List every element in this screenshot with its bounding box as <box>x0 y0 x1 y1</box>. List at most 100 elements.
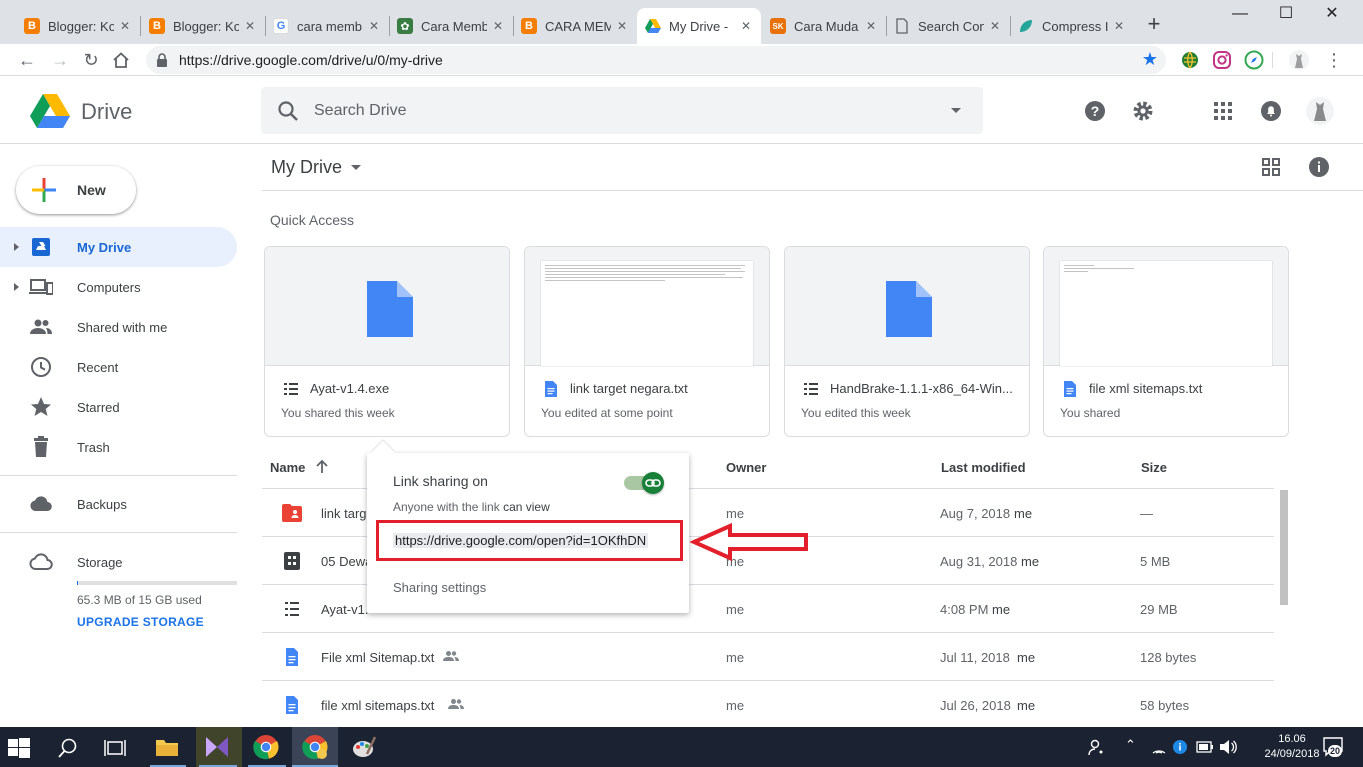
sidebar-item-computers[interactable]: Computers <box>0 267 237 307</box>
search-icon[interactable] <box>277 100 299 122</box>
compass-extension-icon[interactable] <box>1244 50 1264 70</box>
browser-tab[interactable]: B Blogger: Ko ✕ <box>16 8 140 44</box>
sharing-settings-link[interactable]: Sharing settings <box>393 580 486 595</box>
paint-app-icon[interactable] <box>351 734 377 760</box>
forward-button[interactable]: → <box>48 48 72 72</box>
sidebar-item-storage[interactable]: Storage <box>0 542 237 582</box>
tray-expand-chevron-icon[interactable]: ⌃ <box>1125 737 1136 753</box>
sidebar-item-starred[interactable]: Starred <box>0 387 237 427</box>
column-header-name[interactable]: Name <box>270 460 305 475</box>
address-bar[interactable]: https://drive.google.com/drive/u/0/my-dr… <box>146 46 1166 74</box>
table-row[interactable]: file xml sitemaps.txt me Jul 26, 2018 me… <box>262 681 1274 729</box>
toggle-knob[interactable] <box>642 472 664 494</box>
share-link-text[interactable]: https://drive.google.com/open?id=1OKfhDN <box>393 533 649 548</box>
instagram-extension-icon[interactable] <box>1212 50 1232 70</box>
reload-button[interactable]: ↻ <box>79 48 103 72</box>
file-name: file xml sitemaps.txt <box>321 698 435 713</box>
column-header-last-modified[interactable]: Last modified <box>941 460 1026 475</box>
file-name: link targ <box>321 506 367 521</box>
expand-arrow-icon[interactable] <box>14 283 19 291</box>
link-sharing-subtitle: Anyone with the link can view <box>393 500 550 514</box>
browser-tab[interactable]: Search Con ✕ <box>886 8 1010 44</box>
chrome-profile-taskbar-icon[interactable] <box>302 734 328 760</box>
volume-icon[interactable] <box>1219 739 1237 755</box>
column-header-size[interactable]: Size <box>1141 460 1167 475</box>
file-explorer-icon[interactable] <box>154 734 180 760</box>
upgrade-storage-link[interactable]: UPGRADE STORAGE <box>77 615 204 629</box>
close-tab-icon[interactable]: ✕ <box>739 19 753 33</box>
task-view-icon[interactable] <box>104 737 126 759</box>
back-button[interactable]: ← <box>15 48 39 72</box>
close-tab-icon[interactable]: ✕ <box>118 19 132 33</box>
search-drive-input[interactable]: Search Drive <box>261 87 983 134</box>
notifications-bell-icon[interactable] <box>1259 99 1283 123</box>
browser-tab[interactable]: B CARA MEM ✕ <box>513 8 637 44</box>
sidebar-item-my-drive[interactable]: My Drive <box>0 227 237 267</box>
chrome-menu-icon[interactable]: ⋮ <box>1322 48 1346 72</box>
storage-used-text: 65.3 MB of 15 GB used <box>77 593 202 607</box>
media-app-icon[interactable] <box>204 734 230 760</box>
close-tab-icon[interactable]: ✕ <box>367 19 381 33</box>
browser-tab[interactable]: B Blogger: Ko ✕ <box>141 8 265 44</box>
people-tray-icon[interactable] <box>1088 738 1106 756</box>
sidebar-item-recent[interactable]: Recent <box>0 347 237 387</box>
column-header-owner[interactable]: Owner <box>726 460 766 475</box>
card-file-name: file xml sitemaps.txt <box>1089 381 1203 396</box>
close-tab-icon[interactable]: ✕ <box>1112 19 1126 33</box>
breadcrumb-my-drive[interactable]: My Drive <box>271 157 342 178</box>
apps-grid-icon[interactable] <box>1211 99 1235 123</box>
action-center-button[interactable]: 20 <box>1322 736 1346 758</box>
grid-view-icon[interactable] <box>1259 155 1283 179</box>
close-tab-icon[interactable]: ✕ <box>491 19 505 33</box>
browser-tab[interactable]: SK Cara Muda ✕ <box>762 8 886 44</box>
quick-access-card[interactable]: HandBrake-1.1.1-x86_64-Win... You edited… <box>784 246 1030 437</box>
help-icon[interactable]: ? <box>1083 99 1107 123</box>
minimize-button[interactable]: — <box>1217 0 1263 30</box>
maximize-button[interactable]: ☐ <box>1263 0 1309 30</box>
clock-display[interactable]: 16.06 24/09/2018 <box>1262 732 1322 762</box>
globe-extension-icon[interactable] <box>1180 50 1200 70</box>
breadcrumb-chevron-down-icon[interactable] <box>351 165 361 170</box>
sidebar-item-backups[interactable]: Backups <box>0 484 237 524</box>
close-tab-icon[interactable]: ✕ <box>243 19 257 33</box>
quick-access-card[interactable]: file xml sitemaps.txt You shared <box>1043 246 1289 437</box>
new-button[interactable]: New <box>16 166 136 214</box>
battery-icon[interactable] <box>1196 741 1214 753</box>
drive-logo-icon[interactable] <box>30 94 70 128</box>
drive-logo-text[interactable]: Drive <box>81 99 132 125</box>
windows-start-icon[interactable] <box>8 737 30 759</box>
bookmark-star-icon[interactable]: ★ <box>1142 49 1158 70</box>
search-placeholder: Search Drive <box>314 102 407 119</box>
table-row[interactable]: File xml Sitemap.txt me Jul 11, 2018 me … <box>262 633 1274 681</box>
browser-tab-active[interactable]: My Drive - ✕ <box>637 8 761 44</box>
settings-gear-icon[interactable] <box>1131 99 1155 123</box>
header-divider <box>0 143 1363 144</box>
quick-access-card[interactable]: link target negara.txt You edited at som… <box>524 246 770 437</box>
info-tray-icon[interactable] <box>1172 739 1188 755</box>
home-icon[interactable] <box>112 52 130 68</box>
profile-avatar-icon[interactable] <box>1289 50 1309 70</box>
search-options-chevron-icon[interactable] <box>951 108 961 113</box>
card-thumbnail <box>525 247 769 366</box>
sort-arrow-up-icon[interactable] <box>314 459 330 475</box>
quick-access-card[interactable]: Ayat-v1.4.exe You shared this week <box>264 246 510 437</box>
sidebar-item-shared-with-me[interactable]: Shared with me <box>0 307 237 347</box>
close-tab-icon[interactable]: ✕ <box>988 19 1002 33</box>
scrollbar-thumb[interactable] <box>1280 490 1288 605</box>
new-tab-button[interactable]: + <box>1142 12 1166 36</box>
expand-arrow-icon[interactable] <box>14 243 19 251</box>
close-tab-icon[interactable]: ✕ <box>615 19 629 33</box>
browser-tab[interactable]: G cara memb ✕ <box>265 8 389 44</box>
browser-tab[interactable]: ✿ Cara Memb ✕ <box>389 8 513 44</box>
info-icon[interactable] <box>1307 155 1331 179</box>
close-window-button[interactable]: ✕ <box>1309 0 1355 30</box>
card-thumbnail <box>785 247 1029 366</box>
browser-tab[interactable]: Compress I ✕ <box>1010 8 1134 44</box>
account-avatar[interactable] <box>1306 97 1334 125</box>
wifi-icon[interactable] <box>1151 740 1167 754</box>
sidebar-item-trash[interactable]: Trash <box>0 427 237 467</box>
lock-icon <box>157 53 167 67</box>
search-taskbar-icon[interactable] <box>57 737 79 759</box>
close-tab-icon[interactable]: ✕ <box>864 19 878 33</box>
chrome-taskbar-icon[interactable] <box>253 734 279 760</box>
